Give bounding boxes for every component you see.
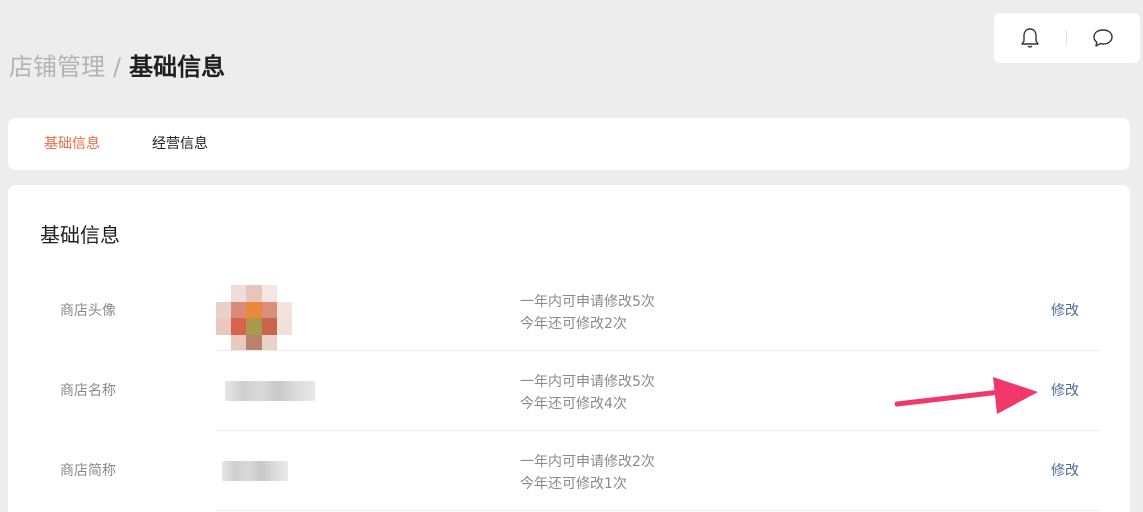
edit-avatar-button[interactable]: 修改	[1051, 302, 1079, 320]
avatar-pixel	[246, 334, 262, 351]
avatar-pixel	[261, 334, 277, 351]
edit-store-name-button[interactable]: 修改	[1051, 382, 1079, 400]
avatar-pixel	[231, 285, 247, 302]
breadcrumb-separator: /	[113, 53, 122, 81]
tabs-bar: 基础信息 经营信息	[8, 118, 1130, 170]
avatar-pixel	[276, 285, 292, 302]
breadcrumb-parent[interactable]: 店铺管理	[9, 53, 105, 81]
avatar-pixel	[261, 318, 277, 335]
row-note-line2: 今年还可修改1次	[520, 476, 627, 492]
row-store-name: 商店名称 一年内可申请修改5次 今年还可修改4次 修改	[8, 351, 1130, 431]
avatar-pixel	[276, 301, 292, 318]
row-note-line2: 今年还可修改2次	[520, 316, 627, 332]
bell-icon	[1021, 28, 1039, 48]
avatar-pixel	[231, 334, 247, 351]
section-title: 基础信息	[40, 223, 120, 247]
page-title: 基础信息	[129, 53, 226, 81]
avatar-pixel	[261, 301, 277, 318]
avatar-pixel	[216, 318, 232, 335]
avatar-pixel	[216, 301, 232, 318]
store-avatar-image	[216, 285, 292, 351]
row-store-avatar: 商店头像 一年内可申请修改5次 今年还可修改2次 修改	[8, 271, 1130, 351]
avatar-pixel	[231, 301, 247, 318]
avatar-pixel	[246, 301, 262, 318]
row-label: 商店简称	[60, 463, 116, 479]
avatar-pixel	[261, 285, 277, 302]
store-short-name-value-redacted	[222, 461, 288, 481]
row-store-short-name: 商店简称 一年内可申请修改2次 今年还可修改1次 修改	[8, 431, 1130, 511]
row-label: 商店名称	[60, 383, 116, 399]
top-actions-bar	[994, 13, 1140, 63]
row-note: 一年内可申请修改2次 今年还可修改1次	[520, 451, 655, 495]
notifications-button[interactable]	[994, 13, 1066, 63]
avatar-pixel	[276, 334, 292, 351]
edit-short-name-button[interactable]: 修改	[1051, 462, 1079, 480]
breadcrumb: 店铺管理 / 基础信息	[9, 52, 225, 82]
avatar-pixel	[246, 285, 262, 302]
avatar-pixel	[216, 334, 232, 351]
store-name-value-redacted	[225, 381, 315, 401]
chat-bubble-icon	[1093, 29, 1113, 47]
row-divider	[216, 510, 1100, 511]
row-label: 商店头像	[60, 303, 116, 319]
row-note-line1: 一年内可申请修改5次	[520, 294, 655, 310]
basic-info-card: 基础信息 商店头像 一年内可申请修改5次 今年还可修改2次 修改 商店名称 一年…	[8, 185, 1130, 512]
avatar-pixel	[276, 318, 292, 335]
avatar-pixel	[231, 318, 247, 335]
avatar-pixel	[246, 318, 262, 335]
row-note: 一年内可申请修改5次 今年还可修改2次	[520, 291, 655, 335]
tab-basic-info[interactable]: 基础信息	[44, 135, 100, 153]
row-note-line1: 一年内可申请修改5次	[520, 374, 655, 390]
avatar-pixel	[216, 285, 232, 302]
tab-business-info[interactable]: 经营信息	[152, 135, 208, 153]
row-note-line2: 今年还可修改4次	[520, 396, 627, 412]
row-note-line1: 一年内可申请修改2次	[520, 454, 655, 470]
row-note: 一年内可申请修改5次 今年还可修改4次	[520, 371, 655, 415]
messages-button[interactable]	[1067, 13, 1139, 63]
